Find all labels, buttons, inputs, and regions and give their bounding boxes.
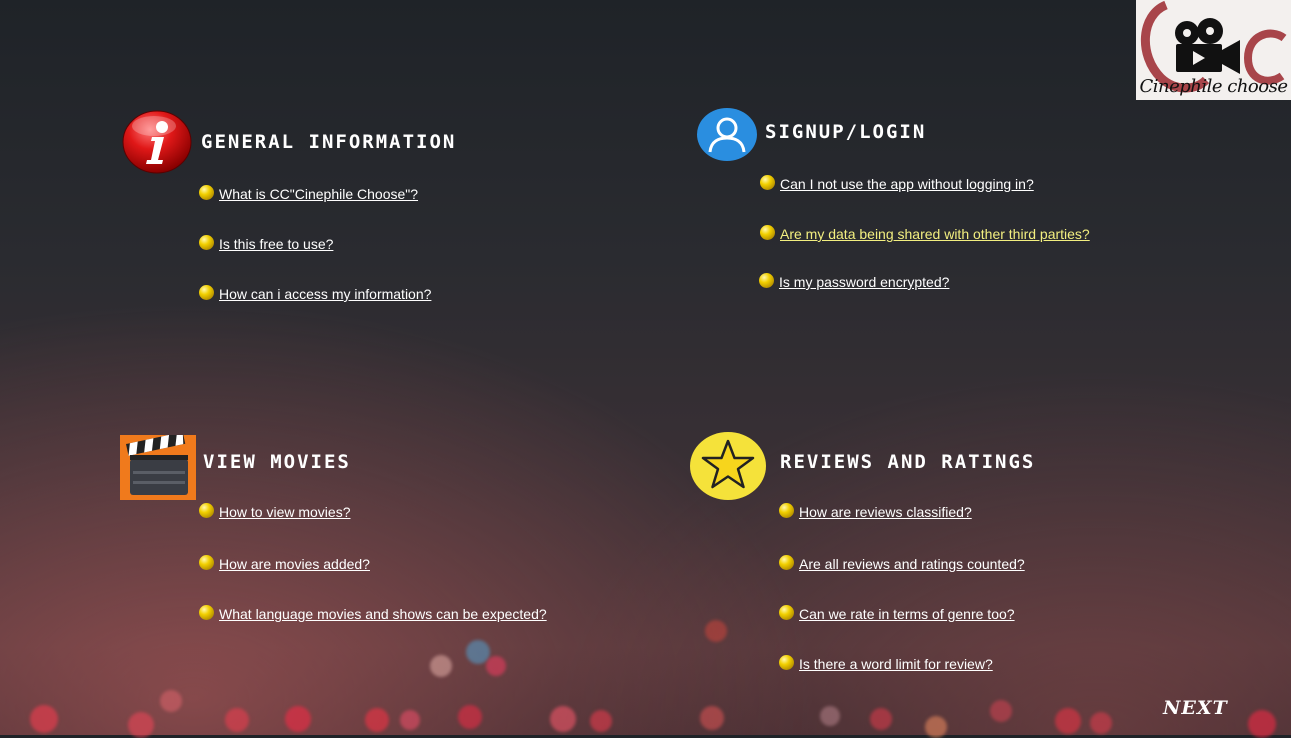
user-icon xyxy=(697,108,757,161)
bullet-icon xyxy=(759,272,774,288)
faq-link[interactable]: What is CC"Cinephile Choose"? xyxy=(219,186,418,202)
faq-item: How to view movies? xyxy=(199,502,351,520)
bullet-icon xyxy=(199,502,214,518)
bullet-icon xyxy=(199,604,214,620)
section-title: SIGNUP/LOGIN xyxy=(765,121,927,143)
faq-link[interactable]: How to view movies? xyxy=(219,504,351,520)
faq-link[interactable]: Is this free to use? xyxy=(219,236,333,252)
faq-item: Is there a word limit for review? xyxy=(779,654,993,672)
bullet-icon xyxy=(779,554,794,570)
faq-item: How are movies added? xyxy=(199,554,370,572)
faq-item: Can I not use the app without logging in… xyxy=(760,174,1034,192)
faq-link[interactable]: Can we rate in terms of genre too? xyxy=(799,606,1015,622)
faq-item: What is CC"Cinephile Choose"? xyxy=(199,184,418,202)
faq-item: What language movies and shows can be ex… xyxy=(199,604,547,622)
faq-link[interactable]: Are all reviews and ratings counted? xyxy=(799,556,1025,572)
bullet-icon xyxy=(760,224,775,240)
faq-item: Is this free to use? xyxy=(199,234,333,252)
bullet-icon xyxy=(760,174,775,190)
cinephile-choose-logo[interactable]: Cinephile choose xyxy=(1136,0,1291,100)
section-title: GENERAL INFORMATION xyxy=(201,131,457,153)
logo-text: Cinephile choose xyxy=(1139,76,1288,97)
faq-link[interactable]: Can I not use the app without logging in… xyxy=(780,176,1034,192)
faq-item: Are my data being shared with other thir… xyxy=(760,224,1090,242)
bullet-icon xyxy=(199,234,214,250)
faq-link[interactable]: Is there a word limit for review? xyxy=(799,656,993,672)
clapperboard-icon xyxy=(120,435,196,500)
faq-item: How are reviews classified? xyxy=(779,502,972,520)
faq-item: Are all reviews and ratings counted? xyxy=(779,554,1025,572)
faq-link[interactable]: Is my password encrypted? xyxy=(779,274,949,290)
faq-link[interactable]: How can i access my information? xyxy=(219,286,431,302)
section-title: REVIEWS AND RATINGS xyxy=(780,451,1036,473)
next-button[interactable]: NEXT xyxy=(1163,697,1228,719)
faq-link[interactable]: How are reviews classified? xyxy=(799,504,972,520)
faq-link[interactable]: Are my data being shared with other thir… xyxy=(780,226,1090,242)
bullet-icon xyxy=(199,184,214,200)
bullet-icon xyxy=(199,284,214,300)
faq-item: Can we rate in terms of genre too? xyxy=(779,604,1015,622)
faq-item: How can i access my information? xyxy=(199,284,431,302)
faq-link[interactable]: How are movies added? xyxy=(219,556,370,572)
info-icon xyxy=(122,110,192,174)
bullet-icon xyxy=(779,654,794,670)
faq-link[interactable]: What language movies and shows can be ex… xyxy=(219,606,547,622)
bullet-icon xyxy=(779,502,794,518)
section-title: VIEW MOVIES xyxy=(203,451,351,473)
bullet-icon xyxy=(779,604,794,620)
star-icon xyxy=(690,432,766,500)
faq-item: Is my password encrypted? xyxy=(759,272,949,290)
bullet-icon xyxy=(199,554,214,570)
